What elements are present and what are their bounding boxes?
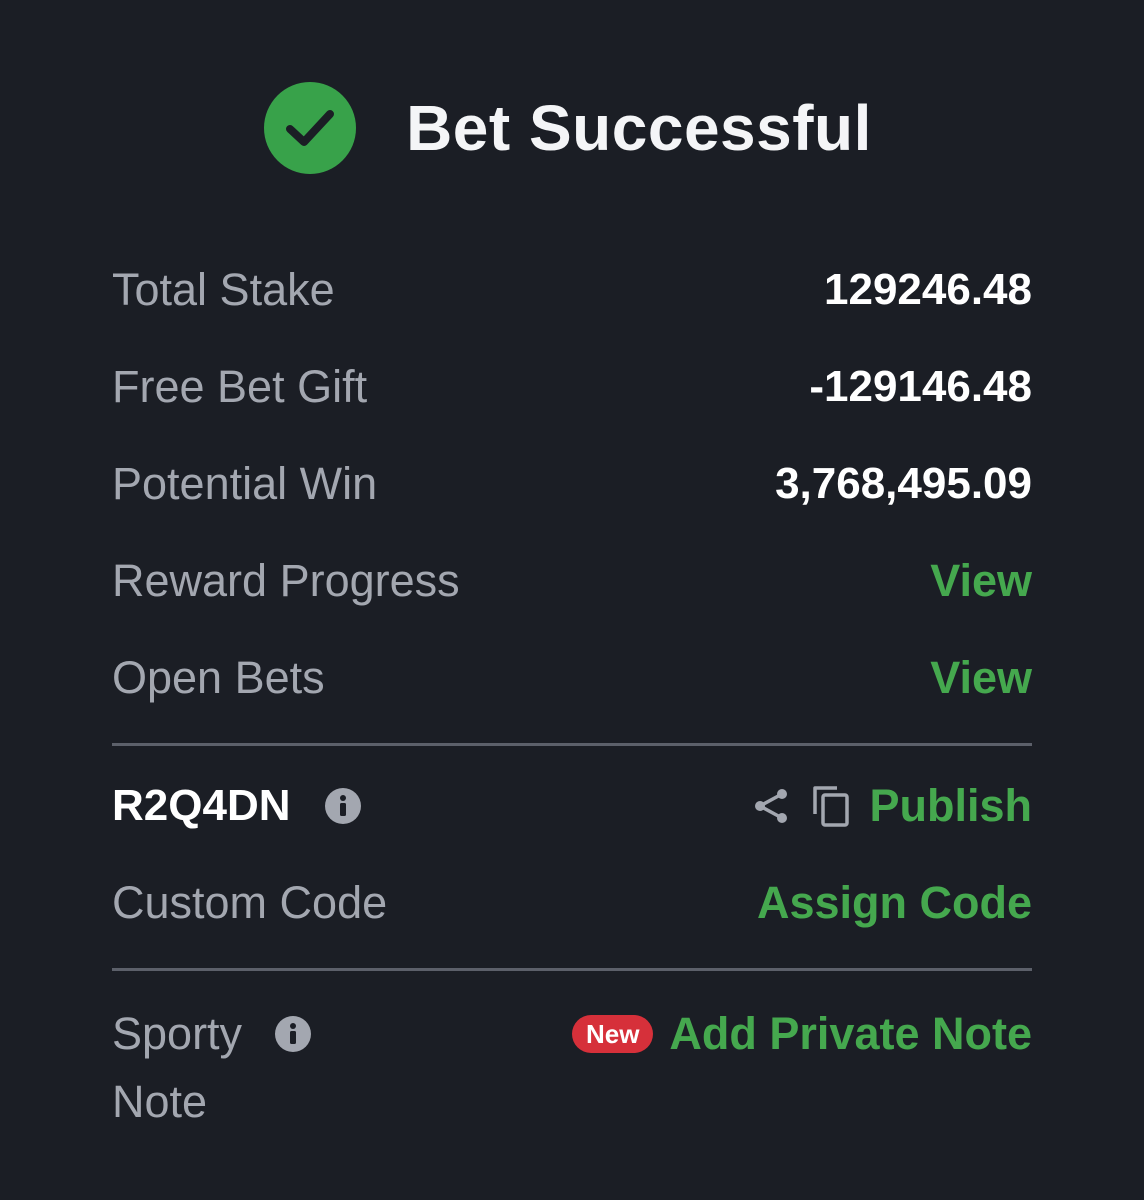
reward-progress-label: Reward Progress xyxy=(112,555,460,606)
open-bets-label: Open Bets xyxy=(112,652,325,703)
divider xyxy=(112,743,1032,746)
free-bet-row: Free Bet Gift -129146.48 xyxy=(112,357,1032,417)
open-bets-view-link[interactable]: View xyxy=(930,652,1032,704)
sporty-note-label-line1: Sporty xyxy=(112,1008,243,1059)
new-badge: New xyxy=(571,1015,654,1053)
bet-success-panel: Bet Successful Total Stake 129246.48 Fre… xyxy=(0,0,1144,1200)
reward-progress-row: Reward Progress View xyxy=(112,551,1032,611)
sporty-note-label: Sporty Note xyxy=(112,1000,311,1136)
add-note-group: New Add Private Note xyxy=(571,1004,1032,1064)
info-icon[interactable] xyxy=(324,788,361,824)
publish-button[interactable]: Publish xyxy=(869,780,1032,832)
booking-code: R2Q4DN xyxy=(112,781,291,830)
free-bet-value: -129146.48 xyxy=(809,362,1032,411)
total-stake-label: Total Stake xyxy=(112,264,335,315)
bet-summary: Total Stake 129246.48 Free Bet Gift -129… xyxy=(112,0,1032,1200)
divider xyxy=(112,968,1032,971)
info-icon[interactable] xyxy=(274,1016,311,1053)
share-icon[interactable] xyxy=(751,786,791,826)
add-private-note-button[interactable]: Add Private Note xyxy=(669,1008,1032,1060)
reward-progress-view-link[interactable]: View xyxy=(930,555,1032,607)
booking-code-row: R2Q4DN Publish xyxy=(112,776,1032,836)
potential-win-value: 3,768,495.09 xyxy=(775,459,1032,508)
custom-code-row: Custom Code Assign Code xyxy=(112,873,1032,933)
sporty-note-label-line2: Note xyxy=(112,1076,208,1127)
copy-icon[interactable] xyxy=(811,784,851,828)
open-bets-row: Open Bets View xyxy=(112,648,1032,708)
total-stake-value: 129246.48 xyxy=(824,265,1032,314)
total-stake-row: Total Stake 129246.48 xyxy=(112,260,1032,320)
free-bet-label: Free Bet Gift xyxy=(112,361,368,412)
assign-code-button[interactable]: Assign Code xyxy=(757,877,1032,929)
potential-win-row: Potential Win 3,768,495.09 xyxy=(112,454,1032,514)
potential-win-label: Potential Win xyxy=(112,458,378,509)
custom-code-label: Custom Code xyxy=(112,877,388,928)
